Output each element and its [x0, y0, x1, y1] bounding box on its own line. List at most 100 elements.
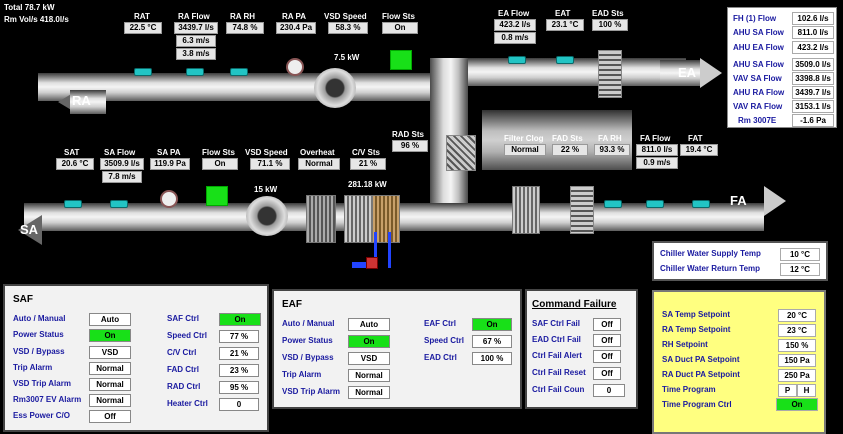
saf-heater-ctrl-label: Heater Ctrl	[167, 399, 208, 408]
saf-power-status-value: On	[89, 329, 131, 342]
sa-fan-kw: 15 kW	[254, 185, 278, 194]
rat-label: RAT	[134, 12, 150, 21]
saf-ctrl-value[interactable]: On	[219, 313, 261, 326]
ra-flow-status-indicator	[390, 50, 412, 70]
setpoint-value[interactable]: 250 Pa	[778, 369, 816, 382]
eaf-vsd-bypass-label: VSD / Bypass	[282, 353, 334, 362]
sa-flow-velocity: 7.8 m/s	[102, 171, 142, 183]
sa-pa-label: SA PA	[157, 148, 181, 157]
setpoint-value[interactable]: 150 %	[778, 339, 816, 352]
saf-speed-ctrl-label: Speed Ctrl	[167, 331, 208, 340]
time-program-h-button[interactable]: H	[797, 384, 816, 397]
saf-power-status-label: Power Status	[13, 330, 64, 339]
setpoint-label: SA Temp Setpoint	[662, 310, 730, 319]
saf-cv-ctrl-value[interactable]: 21 %	[219, 347, 259, 360]
eaf-vsd-trip-alarm-label: VSD Trip Alarm	[282, 387, 340, 396]
saf-rm3007-alarm-label: Rm3007 EV Alarm	[13, 395, 82, 404]
command-failure-panel: Command Failure SAF Ctrl Fail Off EAD Ct…	[525, 289, 638, 409]
sa-flow-status-indicator	[206, 186, 228, 206]
saf-auto-manual-label: Auto / Manual	[13, 314, 66, 323]
time-program-p-button[interactable]: P	[778, 384, 797, 397]
eaf-vsd-bypass-value[interactable]: VSD	[348, 352, 390, 365]
saf-fad-ctrl-value[interactable]: 23 %	[219, 364, 259, 377]
ra-pa-value: 230.4 Pa	[276, 22, 316, 34]
ra-flow-velocity: 6.3 m/s	[176, 35, 216, 47]
saf-auto-manual-value[interactable]: Auto	[89, 313, 131, 326]
cf-value: Off	[593, 318, 621, 331]
fad-sts-value: 22 %	[552, 144, 588, 156]
cf-label: EAD Ctrl Fail	[532, 335, 581, 344]
fat-value: 19.4 °C	[680, 144, 718, 156]
setpoint-label: RA Duct PA Setpoint	[662, 370, 740, 379]
saf-rad-ctrl-value[interactable]: 95 %	[219, 381, 259, 394]
eaf-power-status-label: Power Status	[282, 336, 333, 345]
ra-vsd-speed-value: 58.3 %	[328, 22, 368, 34]
saf-ess-power-label: Ess Power C/O	[13, 411, 70, 420]
flow-row-label: FH (1) Flow	[733, 14, 777, 23]
flow-row-value: -1.6 Pa	[792, 114, 834, 127]
ra-flow-label: RA Flow	[178, 12, 210, 21]
coil-kw: 281.18 kW	[348, 180, 387, 189]
rat-sensor-icon	[134, 68, 152, 76]
saf-speed-ctrl-value[interactable]: 77 %	[219, 330, 259, 343]
saf-ess-power-value[interactable]: Off	[89, 410, 131, 423]
fa-damper-icon	[570, 186, 594, 234]
heater-coil-icon	[306, 195, 336, 243]
rad-sts-label: RAD Sts	[392, 130, 425, 139]
saf-vsd-bypass-value[interactable]: VSD	[89, 346, 131, 359]
ra-rh-sensor-icon	[230, 68, 248, 76]
saf-fad-ctrl-label: FAD Ctrl	[167, 365, 199, 374]
sa-pressure-gauge-icon	[160, 190, 178, 208]
fat-sensor-icon	[692, 200, 710, 208]
eaf-speed-ctrl-label: Speed Ctrl	[424, 336, 465, 345]
chiller-panel: Chiller Water Supply Temp 10 °C Chiller …	[652, 241, 828, 281]
cv-sts-label: C/V Sts	[352, 148, 381, 157]
filter-clog-label: Filter Clog	[504, 134, 544, 143]
ra-flow-sts-label: Flow Sts	[382, 12, 415, 21]
flow-summary-panel: FH (1) Flow 102.6 l/s AHU SA Flow 811.0 …	[727, 7, 837, 128]
flow-row-label: AHU SA Flow	[733, 60, 784, 69]
fa-flow-value: 811.0 l/s	[636, 144, 678, 156]
saf-heater-ctrl-value[interactable]: 0	[219, 398, 259, 411]
setpoint-value[interactable]: 150 Pa	[778, 354, 816, 367]
flow-row-label: AHU SA Flow	[733, 28, 784, 37]
sa-vsd-speed-label: VSD Speed	[245, 148, 288, 157]
setpoint-label: RA Temp Setpoint	[662, 325, 731, 334]
overheat-value: Normal	[298, 158, 340, 170]
setpoint-value[interactable]: 20 °C	[778, 309, 816, 322]
saf-vsd-trip-alarm-value: Normal	[89, 378, 131, 391]
eaf-speed-ctrl-value[interactable]: 67 %	[472, 335, 512, 348]
eat-sensor-icon	[556, 56, 574, 64]
chw-valve-icon[interactable]	[366, 257, 378, 269]
flow-row-value: 811.0 l/s	[792, 26, 834, 39]
ra-rh-label: RA RH	[230, 12, 256, 21]
ra-flow-sts-value: On	[382, 22, 418, 34]
cf-label: Ctrl Fail Coun	[532, 385, 585, 394]
eaf-ctrl-label: EAF Ctrl	[424, 319, 456, 328]
eaf-ead-ctrl-value[interactable]: 100 %	[472, 352, 512, 365]
eaf-auto-manual-value[interactable]: Auto	[348, 318, 390, 331]
ead-sts-value: 100 %	[592, 19, 628, 31]
fa-rh-label: FA RH	[598, 134, 622, 143]
eat-value: 23.1 °C	[546, 19, 584, 31]
time-program-ctrl-value[interactable]: On	[776, 398, 818, 411]
eaf-ctrl-value[interactable]: On	[472, 318, 512, 331]
ea-flow-velocity: 0.8 m/s	[494, 32, 536, 44]
setpoints-panel: SA Temp Setpoint 20 °C RA Temp Setpoint …	[652, 290, 826, 434]
fa-flow-sensor-icon	[646, 200, 664, 208]
eaf-vsd-trip-alarm-value: Normal	[348, 386, 390, 399]
saf-vsd-bypass-label: VSD / Bypass	[13, 347, 65, 356]
ea-arrow-icon	[700, 58, 722, 88]
setpoint-value[interactable]: 23 °C	[778, 324, 816, 337]
cf-value: Off	[593, 334, 621, 347]
fa-arrow-icon	[764, 186, 786, 216]
flow-row-value: 3153.1 l/s	[792, 100, 834, 113]
filter-icon	[344, 195, 372, 243]
saf-rm3007-alarm-value: Normal	[89, 394, 131, 407]
saf-trip-alarm-value: Normal	[89, 362, 131, 375]
flow-row-value: 3439.7 l/s	[792, 86, 834, 99]
eaf-auto-manual-label: Auto / Manual	[282, 319, 335, 328]
ra-flow-velocity-2: 3.8 m/s	[176, 48, 216, 60]
command-failure-title: Command Failure	[532, 299, 617, 310]
cf-reset-value[interactable]: Off	[593, 367, 621, 380]
